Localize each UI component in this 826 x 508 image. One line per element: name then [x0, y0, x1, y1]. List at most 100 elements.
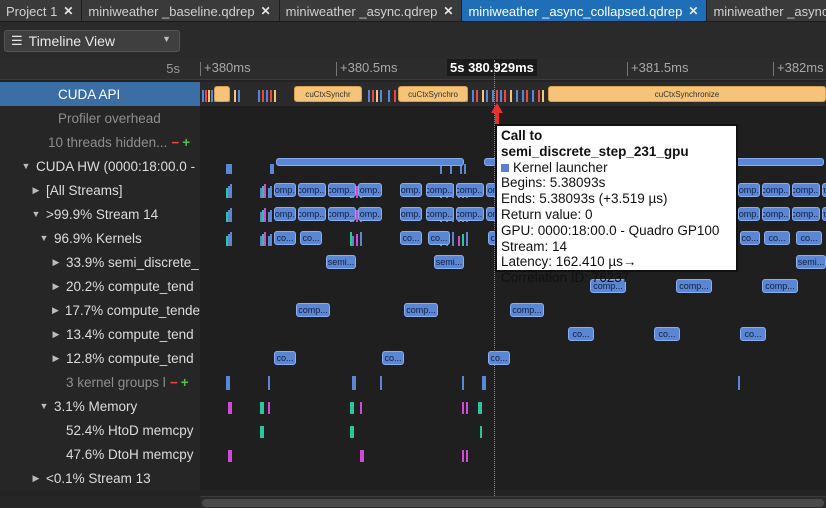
kernel-block[interactable]: comp... [792, 207, 820, 221]
activity-bar[interactable] [262, 90, 264, 102]
kernel-block[interactable]: co... [764, 231, 790, 245]
row-track[interactable]: co... co... co... [200, 322, 826, 346]
activity-bar[interactable] [542, 90, 544, 102]
expand-right-icon[interactable]: ▶ [30, 185, 42, 196]
activity-bar[interactable] [532, 90, 534, 102]
kernel-block[interactable]: comp... [274, 183, 296, 197]
activity-bar[interactable] [484, 376, 486, 390]
tab-2[interactable]: miniweather _async.qdrep ✕ [280, 0, 463, 21]
row-label[interactable]: 52.4% HtoD memcpy [0, 418, 200, 442]
kernel-block[interactable]: co... [428, 231, 450, 245]
timeline-row[interactable]: 3 kernel groups l − + [0, 370, 826, 394]
expand-down-icon[interactable]: ▼ [38, 401, 50, 411]
api-call-block[interactable]: cuCtxSynchronize [548, 86, 826, 102]
close-tab-icon[interactable]: ✕ [443, 4, 453, 18]
activity-bar[interactable] [462, 402, 464, 414]
activity-bar[interactable] [262, 402, 264, 414]
activity-bar[interactable] [376, 90, 378, 102]
kernel-block[interactable]: comp... [298, 183, 326, 197]
activity-bar[interactable] [270, 90, 272, 102]
kernel-block[interactable]: comp... [510, 303, 544, 317]
kernel-block[interactable]: semi... [326, 255, 356, 269]
row-label[interactable]: ▶ 33.9% semi_discrete_ [0, 250, 200, 274]
activity-bar[interactable] [462, 376, 464, 390]
activity-bar[interactable] [472, 90, 474, 102]
activity-bar[interactable] [526, 90, 528, 102]
kernel-block[interactable]: co... [740, 231, 760, 245]
activity-bar[interactable] [230, 232, 232, 246]
kernel-block[interactable]: semi... [796, 255, 826, 269]
timeline-row[interactable]: ▶ 13.4% compute_tend co... co... co... [0, 322, 826, 346]
activity-bar[interactable] [268, 402, 270, 414]
activity-bar[interactable] [500, 90, 502, 102]
activity-bar[interactable] [228, 376, 230, 390]
close-tab-icon[interactable]: ✕ [261, 4, 271, 18]
expand-down-icon[interactable]: ▼ [38, 233, 50, 243]
expand-right-icon[interactable]: ▶ [50, 305, 61, 316]
kernel-block[interactable]: comp... [328, 183, 356, 197]
kernel-block[interactable]: comp... [762, 207, 790, 221]
activity-bar[interactable] [205, 90, 207, 102]
kernel-block[interactable]: comp... [822, 183, 826, 197]
activity-bar[interactable] [230, 164, 232, 174]
scrollbar-thumb[interactable] [202, 499, 824, 507]
row-label[interactable]: ▼ 96.9% Kernels [0, 226, 200, 250]
kernel-block[interactable]: co... [382, 351, 404, 365]
row-track[interactable] [200, 466, 826, 490]
activity-bar[interactable] [388, 90, 390, 102]
collapse-icon[interactable]: − [171, 135, 179, 150]
expand-right-icon[interactable]: ▶ [50, 353, 62, 364]
activity-bar[interactable] [482, 90, 484, 102]
activity-bar[interactable] [230, 208, 232, 222]
hw-activity-block[interactable] [276, 158, 464, 166]
row-label[interactable]: ▶ 12.8% compute_tend [0, 346, 200, 370]
expand-right-icon[interactable]: ▶ [30, 473, 42, 484]
kernel-block[interactable]: comp... [298, 207, 326, 221]
timeline-row[interactable]: 47.6% DtoH memcpy [0, 442, 826, 466]
activity-bar[interactable] [458, 236, 460, 246]
activity-bar[interactable] [462, 450, 464, 462]
expand-down-icon[interactable]: ▼ [20, 161, 32, 171]
expand-right-icon[interactable]: ▶ [50, 281, 62, 292]
activity-bar[interactable] [496, 90, 498, 102]
activity-bar[interactable] [452, 232, 454, 246]
row-track[interactable] [200, 418, 826, 442]
activity-bar[interactable] [266, 90, 268, 102]
activity-bar[interactable] [360, 402, 362, 414]
kernel-block[interactable]: co... [796, 231, 822, 245]
kernel-block[interactable]: comp... [274, 207, 296, 221]
activity-bar[interactable] [270, 234, 272, 246]
time-ruler[interactable]: 5s +380ms +380.5ms +381.5ms +382ms 5s 38… [0, 58, 826, 80]
kernel-block[interactable]: co... [740, 327, 766, 341]
expand-right-icon[interactable]: ▶ [50, 257, 62, 268]
row-track[interactable] [200, 370, 826, 394]
activity-bar[interactable] [480, 402, 482, 414]
timeline-view-select[interactable]: ☰ Timeline View ▼ [4, 30, 180, 52]
activity-bar[interactable] [354, 376, 356, 390]
kernel-block[interactable]: co... [654, 327, 680, 341]
kernel-block[interactable]: co... [568, 327, 594, 341]
activity-bar[interactable] [352, 402, 354, 414]
expand-down-icon[interactable]: ▼ [30, 209, 42, 219]
activity-bar[interactable] [270, 210, 272, 222]
activity-bar[interactable] [352, 426, 354, 438]
timeline-row[interactable]: ▶ 17.7% compute_tende comp... comp... comp..… [0, 298, 826, 322]
kernel-block[interactable]: co... [400, 231, 422, 245]
activity-bar[interactable] [510, 90, 512, 102]
timeline-row[interactable]: ▼ 3.1% Memory [0, 394, 826, 418]
row-track[interactable]: co... co... co... [200, 346, 826, 370]
kernel-block[interactable]: comp... [738, 183, 760, 197]
activity-bar[interactable] [264, 208, 266, 222]
kernel-block[interactable]: comp... [456, 207, 484, 221]
expand-icon[interactable]: + [181, 375, 189, 390]
activity-bar[interactable] [480, 426, 482, 438]
activity-bar[interactable] [380, 90, 382, 102]
kernel-block[interactable]: comp... [738, 207, 760, 221]
kernel-block[interactable]: co... [274, 231, 296, 245]
row-label[interactable]: ▶ <0.1% Stream 13 [0, 466, 200, 490]
activity-bar[interactable] [368, 90, 370, 102]
timeline-row[interactable]: 52.4% HtoD memcpy [0, 418, 826, 442]
row-track[interactable]: cuCtxSynchr cuCtxSynchro cuCtxSynchronize [200, 82, 826, 106]
activity-bar[interactable] [360, 232, 362, 246]
row-label[interactable]: CUDA API [0, 82, 200, 106]
